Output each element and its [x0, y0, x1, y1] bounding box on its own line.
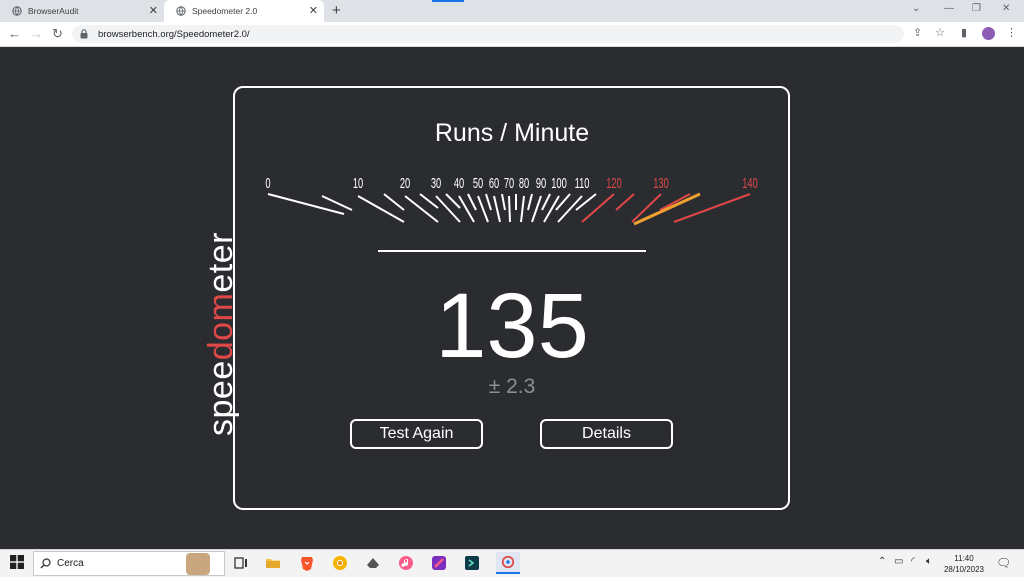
url-text: browserbench.org/Speedometer2.0/	[98, 28, 250, 40]
search-highlight-image	[186, 553, 210, 575]
gauge-tick-red	[581, 193, 615, 223]
close-tab-icon[interactable]: ✕	[309, 4, 318, 17]
terminal-app-icon[interactable]	[464, 555, 480, 571]
test-again-button[interactable]: Test Again	[350, 419, 483, 449]
tab-title: Speedometer 2.0	[192, 6, 258, 16]
gauge-tick	[493, 195, 501, 223]
gauge-label: 90	[536, 175, 546, 192]
gauge-label: 40	[454, 175, 464, 192]
tab-title: BrowserAudit	[28, 6, 79, 16]
browser-toolbar: ← → ↻ browserbench.org/Speedometer2.0/ ⇪…	[0, 22, 1024, 47]
menu-kebab-icon[interactable]: ⋮	[1006, 26, 1017, 39]
tabstrip-accent	[432, 0, 464, 2]
gauge-label: 60	[489, 175, 499, 192]
gauge-label: 20	[400, 175, 410, 192]
details-button[interactable]: Details	[540, 419, 673, 449]
gauge-tick	[267, 193, 345, 215]
minimize-icon[interactable]: —	[944, 3, 954, 14]
side-panel-icon[interactable]: ▮	[961, 26, 967, 39]
globe-icon	[12, 6, 22, 16]
music-app-icon[interactable]	[398, 555, 414, 571]
system-clock[interactable]: 11:40 28/10/2023	[942, 553, 986, 575]
new-tab-button[interactable]: +	[332, 2, 341, 19]
game-app-icon[interactable]	[365, 555, 381, 571]
share-icon[interactable]: ⇪	[913, 26, 922, 39]
gauge-label: 10	[353, 175, 363, 192]
lock-icon[interactable]	[80, 29, 94, 39]
address-bar[interactable]: browserbench.org/Speedometer2.0/	[72, 25, 904, 43]
clock-time: 11:40	[954, 554, 974, 563]
bookmark-star-icon[interactable]: ☆	[935, 26, 945, 39]
gauge-tick	[321, 195, 353, 211]
gauge-tick	[435, 195, 461, 223]
gauge-label: 70	[504, 175, 514, 192]
gauge-label: 80	[519, 175, 529, 192]
search-placeholder: Cerca	[57, 558, 84, 569]
tab-speedometer[interactable]: Speedometer 2.0 ✕	[164, 0, 324, 22]
search-icon	[40, 558, 51, 569]
gauge-tick-red	[673, 193, 751, 223]
close-window-icon[interactable]: ✕	[1002, 3, 1010, 14]
brave-browser-icon[interactable]	[299, 555, 315, 571]
notifications-icon[interactable]: 🗨︎	[996, 556, 1011, 570]
logo-text: speedometer	[200, 164, 207, 165]
gauge-tick	[485, 193, 492, 211]
gauge-tick-red	[615, 193, 635, 211]
chrome-canary-icon[interactable]	[332, 555, 348, 571]
gauge-tick	[419, 193, 439, 209]
battery-icon[interactable]: ▭	[894, 556, 903, 567]
windows-start-icon[interactable]	[10, 555, 26, 571]
media-app-icon[interactable]	[431, 555, 447, 571]
gauge-tick	[357, 195, 405, 223]
gauge-label: 100	[551, 175, 567, 192]
reload-icon[interactable]: ↻	[52, 26, 63, 42]
gauge-label: 130	[653, 175, 669, 192]
volume-icon[interactable]: 🔈︎	[926, 556, 932, 567]
taskbar-search[interactable]: Cerca	[33, 551, 225, 576]
gauge-needle	[633, 192, 701, 226]
divider-line	[378, 250, 646, 252]
tray-chevron-icon[interactable]: ⌃	[878, 556, 886, 567]
tab-strip: BrowserAudit ✕ Speedometer 2.0 ✕ + ⌄ — ❐…	[0, 0, 1024, 22]
score-value: 135	[435, 275, 589, 377]
taskbar: Cerca ⌃ ▭ ◜ 🔈︎ 11:40 28/10/2023 🗨︎	[0, 549, 1024, 577]
profile-avatar[interactable]	[982, 27, 995, 40]
gauge-tick	[520, 195, 525, 223]
clock-date: 28/10/2023	[943, 565, 985, 574]
globe-icon	[176, 6, 186, 16]
gauge-label: 140	[742, 175, 758, 192]
gauge-label: 30	[431, 175, 441, 192]
gauge-tick	[467, 193, 477, 211]
gauge-tick	[383, 193, 405, 211]
gauge-label: 110	[575, 175, 590, 192]
wifi-icon[interactable]: ◜	[911, 556, 915, 567]
speed-gauge: 0 10 20 30 40 50 60 70 80 90 100 110 120 130 140	[265, 175, 758, 226]
gauge-tick	[477, 195, 489, 223]
file-explorer-icon[interactable]	[265, 555, 281, 571]
maximize-icon[interactable]: ❐	[972, 3, 981, 14]
gauge-label: 50	[473, 175, 483, 192]
gauge-tick	[508, 195, 511, 223]
back-icon[interactable]: ←	[8, 26, 21, 41]
gauge-tick	[531, 195, 542, 223]
speedtest-app-icon[interactable]	[496, 552, 520, 574]
gauge-tick	[445, 193, 461, 209]
gauge-tick	[501, 193, 506, 211]
gauge-tick	[541, 193, 551, 211]
close-tab-icon[interactable]: ✕	[149, 4, 158, 17]
tab-browseraudit[interactable]: BrowserAudit ✕	[0, 0, 164, 22]
forward-icon[interactable]: →	[30, 26, 43, 41]
gauge-tick	[527, 193, 533, 211]
gauge-label: 120	[606, 175, 622, 192]
gauge-tick	[404, 195, 439, 223]
gauge-tick	[575, 193, 597, 211]
gauge-label: 0	[265, 175, 270, 192]
page-title: Runs / Minute	[434, 119, 590, 147]
score-margin: ± 2.3	[488, 375, 536, 398]
tab-search-icon[interactable]: ⌄	[912, 3, 920, 14]
task-view-icon[interactable]	[233, 555, 249, 571]
